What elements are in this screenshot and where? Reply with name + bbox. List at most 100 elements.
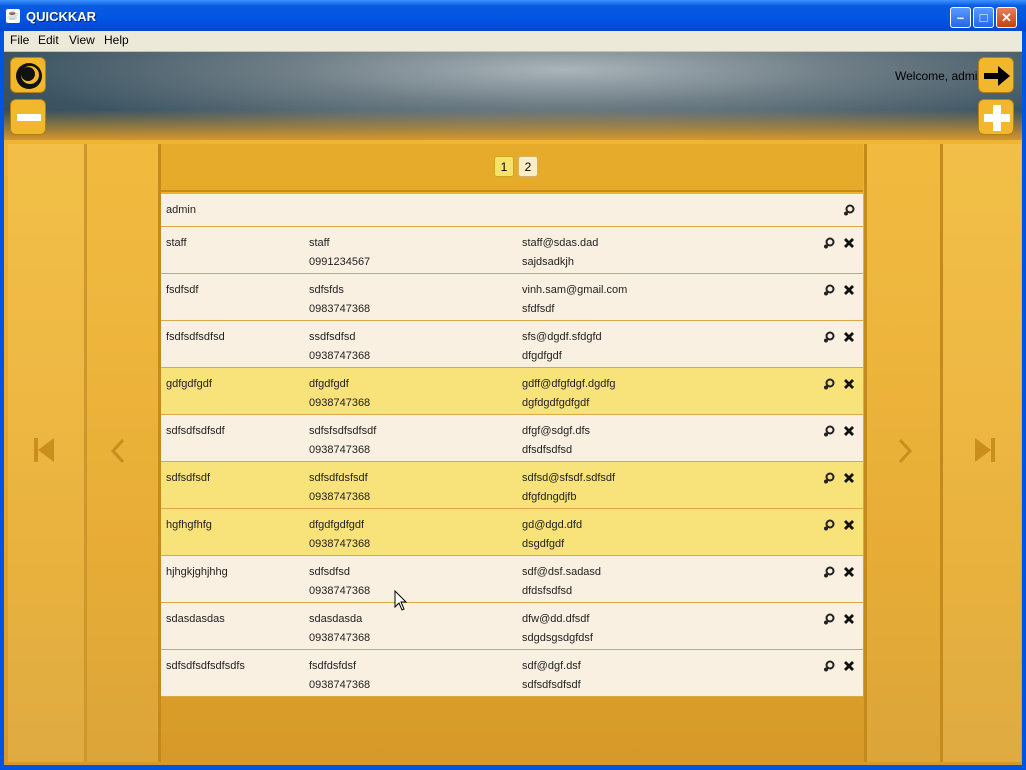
cell-email: sdf@dsf.sadasd [522,566,602,578]
page-button-2[interactable]: 2 [518,156,538,177]
logo-button[interactable] [10,57,46,93]
first-page-panel[interactable] [8,144,87,762]
menu-file[interactable]: File [10,33,29,47]
chevron-right-icon [898,438,913,464]
welcome-text: Welcome, admin [895,69,985,83]
gear-icon[interactable] [823,378,835,390]
close-icon[interactable] [843,660,855,672]
cell-email: gdff@dfgfdgf.dgdfg [522,378,616,390]
close-icon[interactable] [843,237,855,249]
cell-phone: 0938747368 [309,491,371,503]
minimize-button[interactable]: – [950,7,971,28]
menu-edit[interactable]: Edit [38,33,59,47]
cell-username: staff [166,237,187,249]
cell-username: sdfsdfsdf [166,472,211,484]
admin-username: admin [166,204,196,216]
plus-icon [984,105,1010,131]
close-icon[interactable] [843,613,855,625]
close-icon[interactable] [843,519,855,531]
table-row[interactable]: fsdfsdfsdfsd ssdfsdfsd 0938747368 sfs@dgdf.… [161,321,863,368]
table-row-admin[interactable]: admin [161,194,863,227]
table-row[interactable]: gdfgdfgdf dfgdfgdf 0938747368 gdff@dfgfdgf.… [161,368,863,415]
cell-phone: 0938747368 [309,397,371,409]
gear-icon[interactable] [843,204,855,216]
gear-icon[interactable] [823,237,835,249]
close-icon[interactable] [843,425,855,437]
menu-view[interactable]: View [69,33,95,47]
java-app-icon: ☕ [6,9,20,23]
cell-email: dfw@dd.dfsdf [522,613,590,625]
cell-email: gd@dgd.dfd [522,519,583,531]
remove-button[interactable] [10,99,46,135]
minus-icon [17,114,41,121]
cell-username: fsdfsdfsdfsd [166,331,225,343]
cell-email: sfs@dgdf.sfdgfd [522,331,602,343]
cell-username: sdfsdfsdfsdfsdfs [166,660,245,672]
gear-icon[interactable] [823,519,835,531]
cell-name: dfgdfgdfgdf [309,519,365,531]
gear-icon[interactable] [823,660,835,672]
last-page-panel[interactable] [940,144,1021,762]
cell-name: dfgdfgdf [309,378,349,390]
next-page-panel[interactable] [864,144,943,762]
cell-address: dfgdfgdf [522,350,562,362]
close-icon[interactable] [843,472,855,484]
cell-name: staff [309,237,330,249]
table-row[interactable]: fsdfsdf sdfsfds 0983747368 vinh.sam@gmail.c… [161,274,863,321]
cell-name: sdfsdfdsfsdf [309,472,368,484]
close-icon[interactable] [843,378,855,390]
table-row[interactable]: sdfsdfsdfsdfsdfs fsdfdsfdsf 0938747368 sdf@… [161,650,863,697]
table-row[interactable]: sdasdasdas sdasdasda 0938747368 dfw@dd.dfsd… [161,603,863,650]
cell-phone: 0983747368 [309,303,371,315]
cell-address: sajdsadkjh [522,256,574,268]
gear-icon[interactable] [823,613,835,625]
prev-page-panel[interactable] [84,144,161,762]
window-title: QUICKKAR [26,9,97,24]
table-row[interactable]: hjhgkjghjhhg sdfsdfsd 0938747368 sdf@dsf.sa… [161,556,863,603]
gear-icon[interactable] [823,425,835,437]
logo-icon [16,63,42,89]
title-bar[interactable]: ☕ QUICKKAR – □ ✕ [0,0,1026,32]
table-row[interactable]: staff staff 0991234567 staff@sdas.dad sajdsa… [161,227,863,274]
gear-icon[interactable] [823,566,835,578]
menu-bar: File Edit View Help [4,31,1022,52]
cell-email: dfgf@sdgf.dfs [522,425,591,437]
close-icon[interactable] [843,284,855,296]
table-row[interactable]: sdfsdfsdfsdf sdfsfsdfsdfsdf 0938747368 dfgf… [161,415,863,462]
cell-phone: 0938747368 [309,350,371,362]
logout-button[interactable] [978,57,1014,93]
arrow-right-icon [984,66,1010,86]
cell-email: sdfsd@sfsdf.sdfsdf [522,472,616,484]
cell-address: dsgdfgdf [522,538,565,550]
gear-icon[interactable] [823,472,835,484]
last-page-icon [975,438,995,462]
cell-name: sdasdasda [309,613,363,625]
close-icon[interactable] [843,566,855,578]
cell-phone: 0938747368 [309,632,371,644]
cell-phone: 0938747368 [309,679,371,691]
header-banner [4,52,1022,140]
menu-help[interactable]: Help [104,33,129,47]
mouse-cursor [394,590,408,611]
cell-address: sdgdsgsdgfdsf [522,632,593,644]
pagination-bar: 1 2 [161,144,863,192]
cell-username: hjhgkjghjhhg [166,566,228,578]
close-window-button[interactable]: ✕ [996,7,1017,28]
table-row[interactable]: hgfhgfhfg dfgdfgdfgdf 0938747368 gd@dgd.dfd… [161,509,863,556]
main-content: Welcome, admin 1 2 admin staff staff 099… [4,52,1022,765]
cell-username: hgfhgfhfg [166,519,212,531]
cell-username: sdfsdfsdfsdf [166,425,225,437]
page-button-1[interactable]: 1 [494,156,514,177]
close-icon[interactable] [843,331,855,343]
cell-phone: 0991234567 [309,256,371,268]
cell-address: dfdsfsdfsd [522,585,573,597]
app-window: ☕ QUICKKAR – □ ✕ File Edit View Help Wel… [0,0,1026,770]
cell-username: fsdfsdf [166,284,199,296]
cell-name: sdfsfsdfsdfsdf [309,425,377,437]
gear-icon[interactable] [823,284,835,296]
maximize-button[interactable]: □ [973,7,994,28]
add-button[interactable] [978,99,1014,135]
table-row[interactable]: sdfsdfsdf sdfsdfdsfsdf 0938747368 sdfsd@sfs… [161,462,863,509]
cell-address: sfdfsdf [522,303,555,315]
gear-icon[interactable] [823,331,835,343]
